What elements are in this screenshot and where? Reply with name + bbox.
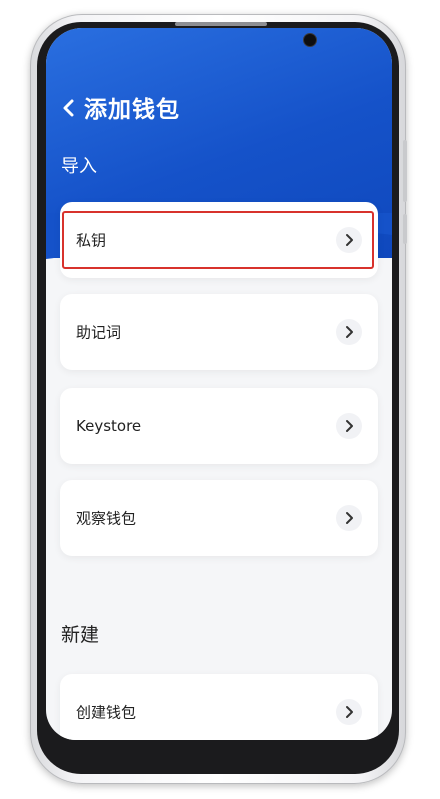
list-item-label: Keystore [76,417,142,435]
front-camera [303,33,317,47]
app-screen: 添加钱包 导入 私钥 助记词 Keystore 观察钱包 新建 创建钱包 [46,28,392,740]
phone-speaker [175,22,267,26]
page-title: 添加钱包 [84,97,180,123]
list-item-label: 助记词 [76,323,122,342]
create-wallet-item[interactable]: 创建钱包 [60,674,378,740]
import-watch-wallet-item[interactable]: 观察钱包 [60,480,378,556]
chevron-right-icon [336,319,362,345]
list-item-label: 观察钱包 [76,509,137,528]
chevron-left-icon[interactable] [56,96,80,120]
import-private-key-item[interactable]: 私钥 [60,202,378,278]
list-item-label: 创建钱包 [76,703,137,722]
import-keystore-item[interactable]: Keystore [60,388,378,464]
phone-side-button [403,140,407,202]
phone-side-button-small [403,214,407,244]
chevron-right-icon [336,699,362,725]
chevron-right-icon [336,413,362,439]
import-mnemonic-item[interactable]: 助记词 [60,294,378,370]
chevron-right-icon [336,227,362,253]
chevron-right-icon [336,505,362,531]
import-section-label: 导入 [61,156,97,177]
new-section-label: 新建 [61,624,100,646]
list-item-label: 私钥 [76,231,107,250]
